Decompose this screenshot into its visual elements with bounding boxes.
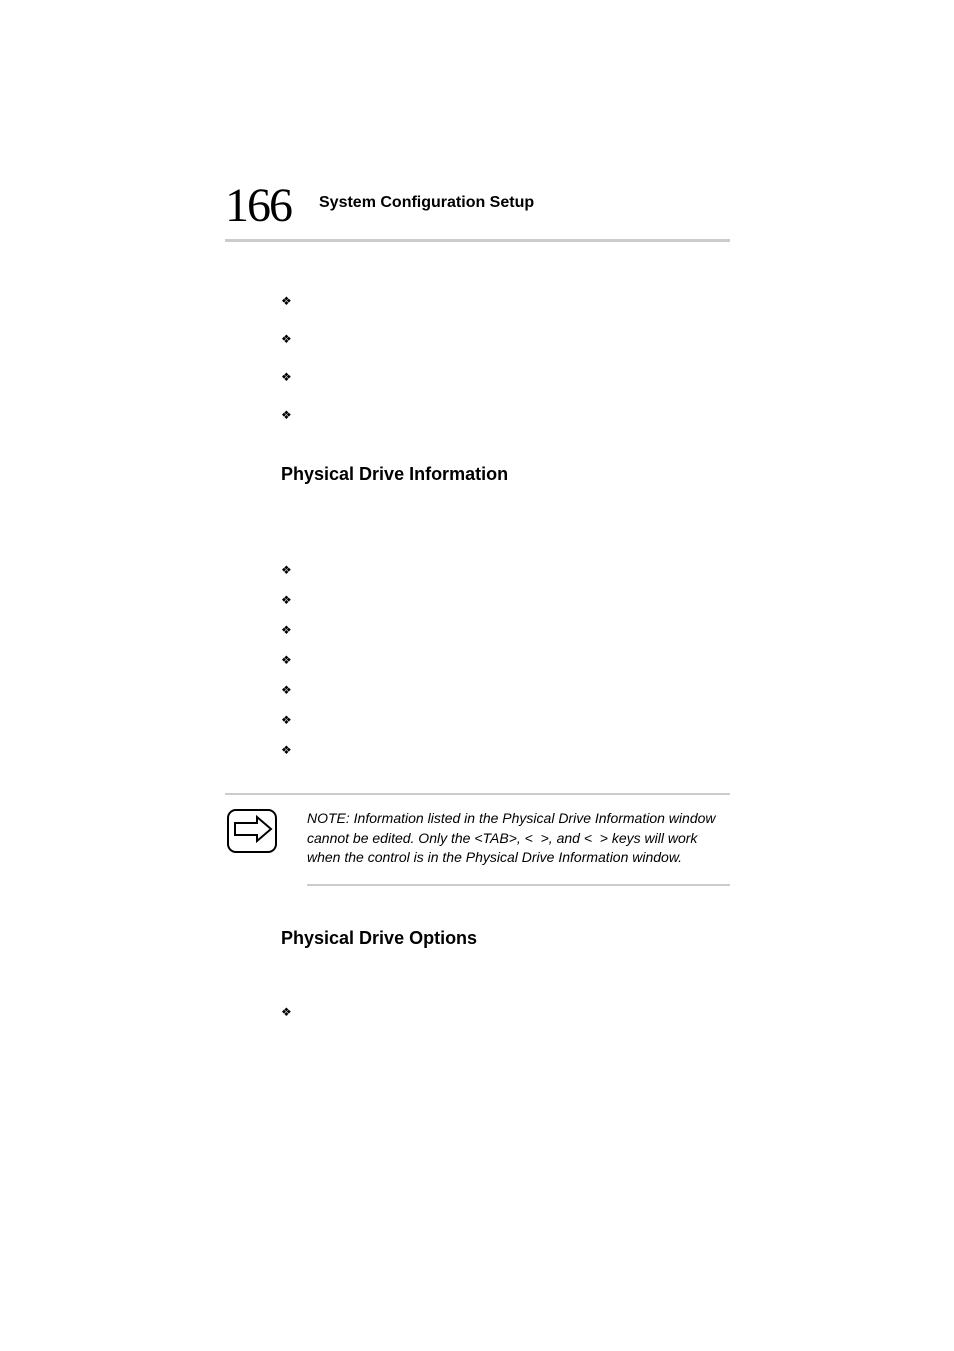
page-number: 166 <box>225 178 291 233</box>
section-heading-physical-drive-info: Physical Drive Information <box>281 464 730 485</box>
section-heading-physical-drive-options: Physical Drive Options <box>281 928 730 949</box>
list-item <box>281 711 730 727</box>
page-content: 166 System Configuration Setup Physical … <box>225 178 730 1055</box>
list-item <box>281 741 730 757</box>
list-item <box>281 330 730 346</box>
list-item <box>281 651 730 667</box>
note-icon <box>227 809 283 858</box>
list-item <box>281 406 730 422</box>
list-item <box>281 561 730 577</box>
list-item <box>281 292 730 308</box>
list-item <box>281 591 730 607</box>
note-block: NOTE: Information listed in the Physical… <box>225 793 730 886</box>
list-item <box>281 1003 730 1019</box>
list-item <box>281 681 730 697</box>
content-area: Physical Drive Information NOTE: Informa… <box>225 292 730 1019</box>
header-title: System Configuration Setup <box>319 194 534 212</box>
list-item <box>281 621 730 637</box>
bullet-list-top <box>281 292 730 422</box>
page-header: 166 System Configuration Setup <box>225 178 730 242</box>
bullet-list-physical-drive-info <box>281 561 730 757</box>
list-item <box>281 368 730 384</box>
bullet-list-physical-drive-options <box>281 1003 730 1019</box>
note-text: NOTE: Information listed in the Physical… <box>307 809 730 886</box>
